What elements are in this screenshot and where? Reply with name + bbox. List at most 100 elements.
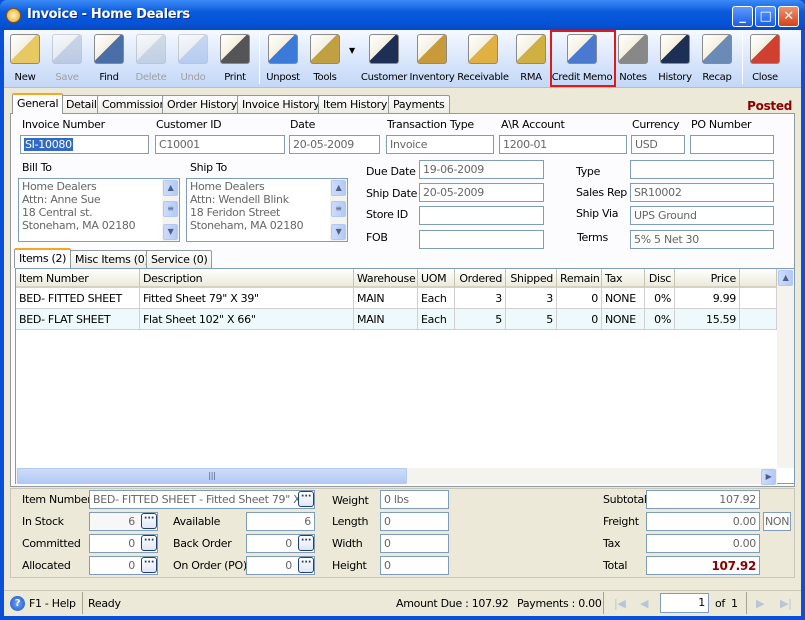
tools-dropdown-arrow-icon[interactable]: ▼: [349, 46, 355, 55]
grid-cell[interactable]: 9.99: [675, 288, 740, 309]
invoice-number-field[interactable]: SI-10080: [20, 135, 149, 154]
currency-field[interactable]: USD: [631, 135, 685, 154]
help-icon[interactable]: ?: [10, 596, 25, 611]
column-header[interactable]: Tax: [602, 269, 645, 288]
sales-rep-field[interactable]: SR10002: [630, 183, 774, 202]
grid-cell[interactable]: Flat Sheet 102" X 66": [140, 309, 354, 330]
freight-field[interactable]: 0.00: [646, 512, 760, 531]
grid-cell[interactable]: MAIN: [354, 309, 418, 330]
grid-cell[interactable]: 0: [557, 288, 602, 309]
inventory-button[interactable]: Inventory: [409, 32, 455, 86]
item-number-field[interactable]: BED- FITTED SHEET - Fitted Sheet 79" X 3…: [89, 490, 315, 509]
item-lookup-button[interactable]: ···: [298, 491, 314, 507]
grid-cell[interactable]: Each: [418, 309, 455, 330]
length-field[interactable]: 0: [380, 512, 449, 531]
type-field[interactable]: [630, 160, 774, 179]
prev-page-icon[interactable]: ◀: [640, 597, 648, 610]
next-page-icon[interactable]: ▶: [756, 597, 764, 610]
scroll-up-icon[interactable]: ▲: [778, 270, 793, 286]
help-link[interactable]: F1 - Help: [29, 597, 76, 610]
committed-lookup-button[interactable]: ···: [141, 535, 157, 551]
grid-cell[interactable]: 3: [455, 288, 506, 309]
column-header[interactable]: Shipped: [506, 269, 557, 288]
grid-cell[interactable]: BED- FLAT SHEET: [16, 309, 140, 330]
customer-id-field[interactable]: C10001: [155, 135, 285, 154]
grid-cell[interactable]: 3: [506, 288, 557, 309]
column-header[interactable]: Warehouse: [354, 269, 418, 288]
column-header[interactable]: Disc: [645, 269, 675, 288]
scroll-up-icon[interactable]: ▲: [331, 180, 346, 196]
transaction-type-field[interactable]: Invoice: [386, 135, 494, 154]
ship-date-field[interactable]: 20-05-2009: [419, 183, 544, 202]
scroll-down-icon[interactable]: ▼: [163, 224, 178, 240]
grid-cell[interactable]: Fitted Sheet 79" X 39": [140, 288, 354, 309]
scroll-thumb[interactable]: |||: [17, 468, 407, 484]
tab-invoice-history[interactable]: Invoice History: [237, 95, 325, 113]
column-header[interactable]: Remain: [557, 269, 602, 288]
grid-cell[interactable]: NONE: [602, 288, 645, 309]
grid-cell[interactable]: Each: [418, 288, 455, 309]
grid-cell[interactable]: [740, 309, 777, 330]
po-number-field[interactable]: [690, 135, 774, 154]
minimize-button[interactable]: _: [732, 6, 753, 27]
column-header[interactable]: Description: [140, 269, 354, 288]
grid-cell[interactable]: 0: [557, 309, 602, 330]
column-header[interactable]: Ordered: [455, 269, 506, 288]
scroll-thumb[interactable]: ≡: [331, 201, 346, 217]
due-date-field[interactable]: 19-06-2009: [419, 160, 544, 179]
date-field[interactable]: 20-05-2009: [289, 135, 380, 154]
grid-vertical-scrollbar[interactable]: ▲: [777, 269, 794, 468]
column-header[interactable]: Item Number: [16, 269, 140, 288]
page-number-input[interactable]: 1: [660, 593, 709, 613]
grid-cell[interactable]: [740, 288, 777, 309]
tab-commission[interactable]: Commission: [97, 95, 172, 113]
terms-field[interactable]: 5% 5 Net 30: [630, 230, 774, 249]
grid-cell[interactable]: 5: [506, 309, 557, 330]
width-field[interactable]: 0: [380, 534, 449, 553]
maximize-button[interactable]: □: [755, 6, 776, 27]
scroll-up-icon[interactable]: ▲: [163, 180, 178, 196]
scroll-right-icon[interactable]: ▶: [761, 469, 776, 485]
grid-cell[interactable]: BED- FITTED SHEET: [16, 288, 140, 309]
ship-to-address[interactable]: Home Dealers Attn: Wendell Blink 18 Feri…: [186, 178, 348, 242]
grid-cell[interactable]: 0%: [645, 309, 675, 330]
first-page-icon[interactable]: |◀: [614, 597, 626, 610]
tools-button[interactable]: Tools: [303, 32, 347, 86]
rma-button[interactable]: RMA: [509, 32, 553, 86]
tab-order-history[interactable]: Order History: [162, 95, 242, 113]
grid-cell[interactable]: 15.59: [675, 309, 740, 330]
freight-tax-code-field[interactable]: NON: [763, 512, 791, 531]
scroll-thumb[interactable]: ≡: [163, 201, 178, 217]
ar-account-field[interactable]: 1200-01: [499, 135, 627, 154]
tab-service[interactable]: Service (0): [146, 250, 213, 268]
scroll-down-icon[interactable]: ▼: [331, 224, 346, 240]
fob-field[interactable]: [419, 230, 544, 249]
tab-item-history[interactable]: Item History: [318, 95, 393, 113]
in-stock-lookup-button[interactable]: ···: [141, 513, 157, 529]
grid-cell[interactable]: 5: [455, 309, 506, 330]
allocated-lookup-button[interactable]: ···: [141, 557, 157, 573]
close-window-button[interactable]: ✕: [778, 6, 799, 27]
column-header[interactable]: UOM: [418, 269, 455, 288]
tab-general[interactable]: General: [12, 93, 64, 114]
grid-horizontal-scrollbar[interactable]: |||: [16, 468, 777, 484]
tab-detail[interactable]: Detail: [61, 95, 102, 113]
back-order-lookup-button[interactable]: ···: [298, 535, 314, 551]
grid-cell[interactable]: 0%: [645, 288, 675, 309]
height-field[interactable]: 0: [380, 556, 449, 575]
bill-to-address[interactable]: Home Dealers Attn: Anne Sue 18 Central s…: [18, 178, 180, 242]
tab-misc-items[interactable]: Misc Items (0): [70, 250, 154, 268]
available-field[interactable]: 6: [246, 512, 315, 531]
scrollbar[interactable]: ▲ ≡ ▼: [330, 179, 347, 241]
store-id-field[interactable]: [419, 206, 544, 225]
ship-via-field[interactable]: UPS Ground: [630, 206, 774, 225]
tab-items[interactable]: Items (2): [14, 248, 72, 268]
scrollbar[interactable]: ▲ ≡ ▼: [162, 179, 179, 241]
column-header[interactable]: Price: [675, 269, 740, 288]
grid-cell[interactable]: NONE: [602, 309, 645, 330]
tab-payments[interactable]: Payments: [388, 95, 450, 113]
weight-field[interactable]: 0 lbs: [380, 490, 449, 509]
on-order-lookup-button[interactable]: ···: [298, 557, 314, 573]
grid-cell[interactable]: MAIN: [354, 288, 418, 309]
last-page-icon[interactable]: ▶|: [780, 597, 792, 610]
